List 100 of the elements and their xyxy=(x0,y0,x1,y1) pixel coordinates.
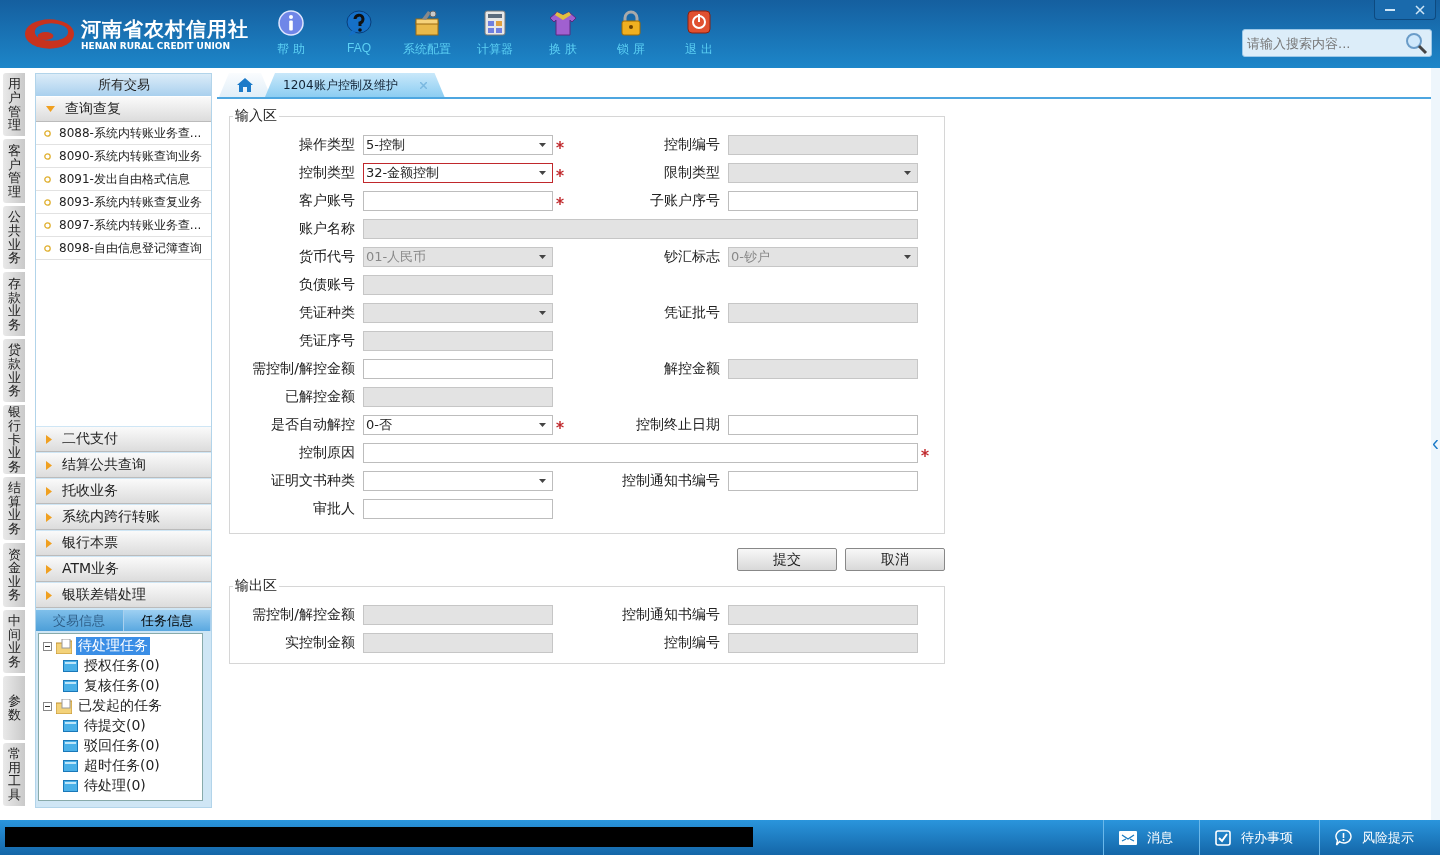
status-button[interactable]: 待办事项 xyxy=(1199,820,1319,855)
circle-icon xyxy=(44,129,51,137)
circle-icon xyxy=(44,175,51,183)
side-tab[interactable]: 贷款业务 xyxy=(3,338,25,403)
menu-group[interactable]: 托收业务 xyxy=(36,479,211,504)
menu-group[interactable]: 结算公共查询 xyxy=(36,453,211,478)
side-tab[interactable]: 客户管理 xyxy=(3,139,25,203)
tree-item[interactable]: 超时任务(0) xyxy=(82,757,162,775)
side-tab[interactable]: 常用工具 xyxy=(3,742,25,807)
field-label: 解控金额 xyxy=(663,360,721,378)
circle-icon xyxy=(44,152,51,160)
field-label: 账户名称 xyxy=(298,220,356,238)
form-button[interactable]: 提交 xyxy=(737,548,837,571)
minimize-icon xyxy=(1385,8,1395,11)
text-field[interactable] xyxy=(728,415,918,435)
tree-item[interactable]: 待提交(0) xyxy=(82,717,148,735)
tree-item[interactable]: 复核任务(0) xyxy=(82,677,162,695)
dropdown-field[interactable] xyxy=(363,471,553,491)
field-label: 货币代号 xyxy=(298,248,356,266)
tree-item[interactable]: 已发起的任务 xyxy=(76,697,164,715)
field-label: 操作类型 xyxy=(298,136,356,154)
search-icon xyxy=(1404,31,1428,55)
text-field[interactable] xyxy=(363,191,553,211)
menu-group[interactable]: 系统内跨行转账 xyxy=(36,505,211,530)
menu-group[interactable]: 查询查复 xyxy=(36,97,211,122)
field-label: 是否自动解控 xyxy=(270,416,356,434)
tree-item[interactable]: 待处理(0) xyxy=(82,777,148,795)
field-label: 凭证批号 xyxy=(663,304,721,322)
dropdown-field[interactable]: 5-控制 xyxy=(363,135,553,155)
tree-item[interactable]: 授权任务(0) xyxy=(82,657,162,675)
field-label: 控制通知书编号 xyxy=(621,472,721,490)
field-label: 控制终止日期 xyxy=(635,416,721,434)
circle-icon xyxy=(44,244,51,252)
required-icon xyxy=(556,141,564,149)
side-tab[interactable]: 参数 xyxy=(3,676,25,740)
caret-right-icon xyxy=(46,590,52,600)
caret-down-icon xyxy=(539,255,546,259)
status-button[interactable]: 风险提示 xyxy=(1319,820,1440,855)
section-title: 输入区 xyxy=(234,107,278,125)
close-icon xyxy=(1415,4,1425,15)
tree-item[interactable]: 驳回任务(0) xyxy=(82,737,162,755)
field-label: 钞汇标志 xyxy=(663,248,721,266)
collapse-icon[interactable] xyxy=(43,701,52,711)
speech-bubble-icon xyxy=(1335,829,1352,846)
field-label: 负债账号 xyxy=(298,276,356,294)
menu-group[interactable]: ATM业务 xyxy=(36,557,211,582)
side-tab[interactable]: 用户管理 xyxy=(3,73,25,137)
field-label: 子账户序号 xyxy=(649,192,721,210)
caret-right-icon xyxy=(46,564,52,574)
status-button[interactable]: 消息 xyxy=(1103,820,1199,855)
panel-tab[interactable]: 任务信息 xyxy=(123,610,211,631)
field-label: 需控制/解控金额 xyxy=(251,606,356,624)
chevron-left-icon[interactable] xyxy=(1433,439,1438,449)
toolbox-icon xyxy=(412,8,442,38)
page-tab[interactable]: 1204账户控制及维护 xyxy=(265,73,445,97)
logo-title: 河南省农村信用社 xyxy=(81,17,249,40)
field-label: 控制通知书编号 xyxy=(621,606,721,624)
question-icon xyxy=(344,8,374,38)
section-title: 输出区 xyxy=(234,577,278,595)
caret-down-icon xyxy=(539,423,546,427)
close-icon[interactable] xyxy=(419,81,427,89)
caret-down-icon xyxy=(539,171,546,175)
collapse-icon[interactable] xyxy=(43,641,52,651)
side-tab[interactable]: 中间业务 xyxy=(3,609,25,674)
caret-down-icon xyxy=(46,106,55,112)
form-button[interactable]: 取消 xyxy=(845,548,945,571)
field-label: 控制编号 xyxy=(663,634,721,652)
text-field[interactable] xyxy=(363,359,553,379)
envelope-icon xyxy=(1119,830,1137,845)
side-tab[interactable]: 资金业务 xyxy=(3,543,25,607)
text-field[interactable] xyxy=(728,471,918,491)
menu-group[interactable]: 二代支付 xyxy=(36,427,211,452)
required-icon xyxy=(556,197,564,205)
required-icon xyxy=(556,169,564,177)
dropdown-field[interactable]: 32-金额控制 xyxy=(363,163,553,183)
caret-down-icon xyxy=(904,171,911,175)
text-field[interactable] xyxy=(363,443,918,463)
text-field[interactable] xyxy=(728,191,918,211)
required-icon xyxy=(556,421,564,429)
field-label: 控制编号 xyxy=(663,136,721,154)
caret-down-icon xyxy=(539,479,546,483)
field-label: 限制类型 xyxy=(663,164,721,182)
search-field[interactable]: 请输入搜索内容... xyxy=(1242,29,1432,57)
side-tab[interactable]: 结算业务 xyxy=(3,476,25,541)
caret-right-icon xyxy=(46,538,52,548)
side-tab[interactable]: 存款业务 xyxy=(3,272,25,336)
logo-icon xyxy=(24,17,75,51)
side-tab[interactable]: 银行卡业务 xyxy=(3,405,25,474)
dropdown-field[interactable]: 0-否 xyxy=(363,415,553,435)
caret-down-icon xyxy=(904,255,911,259)
text-field[interactable] xyxy=(363,499,553,519)
home-icon xyxy=(237,78,253,92)
side-tab[interactable]: 公共业务 xyxy=(3,205,25,270)
checkbox-icon xyxy=(1215,829,1231,846)
caret-right-icon xyxy=(46,460,52,470)
field-label: 凭证种类 xyxy=(298,304,356,322)
field-label: 客户账号 xyxy=(298,192,356,210)
caret-right-icon xyxy=(46,486,52,496)
menu-group[interactable]: 银行本票 xyxy=(36,531,211,556)
menu-group[interactable]: 银联差错处理 xyxy=(36,583,211,608)
